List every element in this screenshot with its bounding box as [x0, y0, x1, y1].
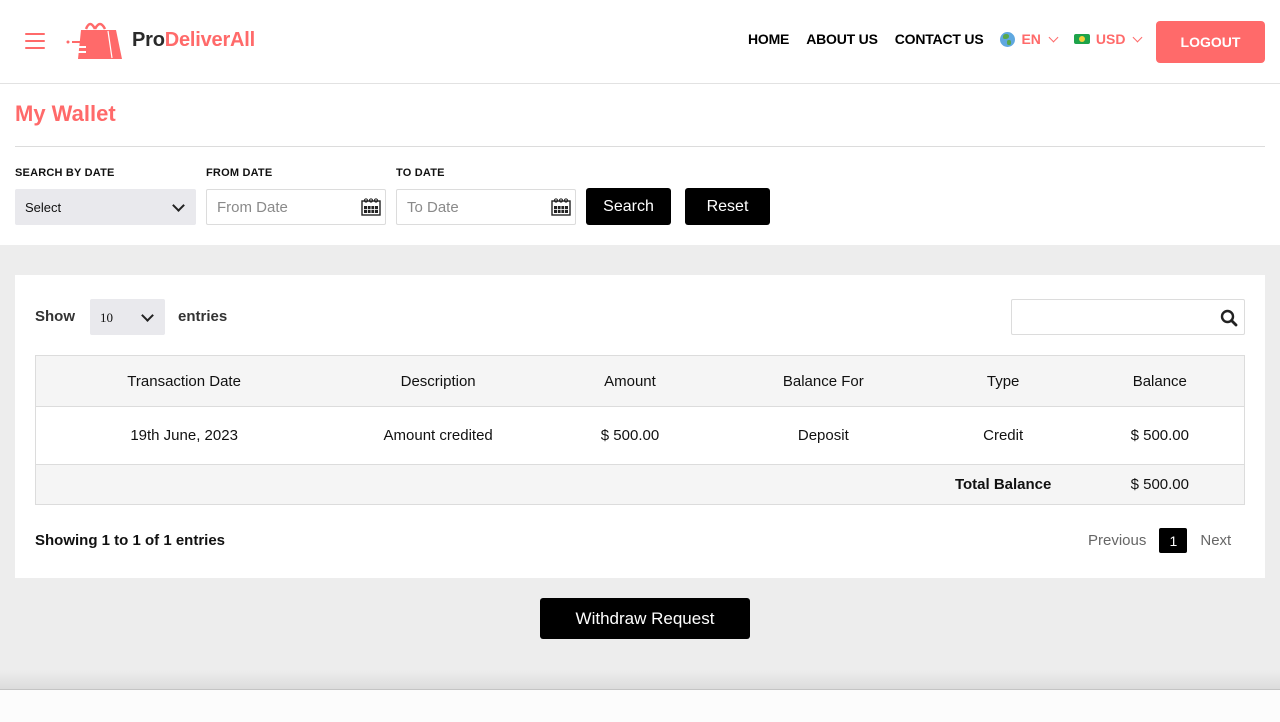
page-title: My Wallet	[15, 101, 116, 126]
column-header-transaction-date[interactable]: Transaction Date	[35, 355, 333, 407]
column-header-amount[interactable]: Amount	[544, 355, 716, 407]
nav-about-us[interactable]: ABOUT US	[806, 31, 878, 47]
column-header-description[interactable]: Description	[332, 355, 545, 407]
shopping-bag-logo-icon	[66, 22, 122, 59]
brand-logo[interactable]: ProDeliverAll	[64, 19, 255, 61]
entries-label: entries	[178, 308, 228, 325]
total-balance-value: $ 500.00	[1075, 464, 1245, 505]
calendar-icon[interactable]	[361, 198, 381, 216]
footer-divider	[0, 670, 1280, 690]
entries-per-page-select[interactable]: 10	[90, 299, 165, 335]
search-button[interactable]: Search	[586, 188, 671, 225]
table-search-input[interactable]	[1012, 300, 1212, 334]
cell-type: Credit	[930, 406, 1076, 465]
chevron-down-icon	[141, 309, 154, 322]
globe-icon	[1000, 31, 1016, 47]
entries-per-page-value: 10	[100, 310, 113, 325]
from-date-input[interactable]	[207, 190, 347, 224]
money-icon	[1073, 34, 1090, 44]
next-page-button[interactable]: Next	[1200, 532, 1231, 549]
hamburger-menu-icon[interactable]	[25, 33, 45, 49]
search-icon[interactable]	[1220, 309, 1238, 327]
cell-balance: $ 500.00	[1075, 406, 1245, 465]
cell-amount: $ 500.00	[544, 406, 716, 465]
table-header-row: Transaction Date Description Amount Bala…	[35, 355, 1245, 407]
table-row: 19th June, 2023 Amount credited $ 500.00…	[35, 406, 1245, 465]
logout-button[interactable]: LOGOUT	[1156, 21, 1265, 63]
reset-button[interactable]: Reset	[685, 188, 770, 225]
nav-contact-us[interactable]: CONTACT US	[895, 31, 984, 47]
chevron-down-icon	[1133, 32, 1143, 42]
to-date-input[interactable]	[397, 190, 537, 224]
column-header-balance[interactable]: Balance	[1075, 355, 1245, 407]
cell-transaction-date: 19th June, 2023	[35, 406, 333, 465]
pagination-info: Showing 1 to 1 of 1 entries	[35, 532, 226, 549]
nav-home[interactable]: HOME	[748, 31, 789, 47]
chevron-down-icon	[1048, 32, 1059, 42]
search-by-date-label: SEARCH BY DATE	[15, 167, 115, 179]
cell-description: Amount credited	[332, 406, 545, 465]
from-date-label: FROM DATE	[206, 167, 273, 179]
calendar-icon[interactable]	[551, 198, 571, 216]
search-by-date-select[interactable]: Select	[15, 189, 196, 225]
column-header-type[interactable]: Type	[930, 355, 1076, 407]
previous-page-button[interactable]: Previous	[1088, 532, 1146, 549]
chevron-down-icon	[172, 199, 185, 212]
pagination: Previous 1 Next	[1088, 528, 1231, 553]
language-selector[interactable]: EN	[1000, 31, 1059, 47]
show-label: Show	[35, 308, 75, 325]
to-date-label: TO DATE	[396, 167, 445, 179]
to-date-field[interactable]	[396, 189, 576, 225]
total-balance-label: Total Balance	[930, 464, 1076, 505]
footer	[0, 690, 1280, 722]
wallet-transactions-table: Transaction Date Description Amount Bala…	[35, 355, 1245, 505]
column-header-balance-for[interactable]: Balance For	[715, 355, 931, 407]
search-by-date-value: Select	[25, 199, 62, 215]
site-header: ProDeliverAll HOME ABOUT US CONTACT US E…	[0, 0, 1280, 84]
language-value: EN	[1021, 31, 1041, 47]
currency-value: USD	[1095, 31, 1126, 47]
total-balance-row: Total Balance $ 500.00	[35, 464, 1245, 505]
brand-name: ProDeliverAll	[132, 28, 256, 51]
cell-balance-for: Deposit	[715, 406, 931, 465]
page-1-button[interactable]: 1	[1159, 528, 1188, 553]
table-search-field[interactable]	[1011, 299, 1245, 335]
from-date-field[interactable]	[206, 189, 386, 225]
main-nav: HOME ABOUT US CONTACT US EN USD	[748, 31, 1158, 47]
divider	[15, 146, 1265, 147]
withdraw-request-button[interactable]: Withdraw Request	[540, 598, 750, 639]
currency-selector[interactable]: USD	[1073, 31, 1143, 47]
